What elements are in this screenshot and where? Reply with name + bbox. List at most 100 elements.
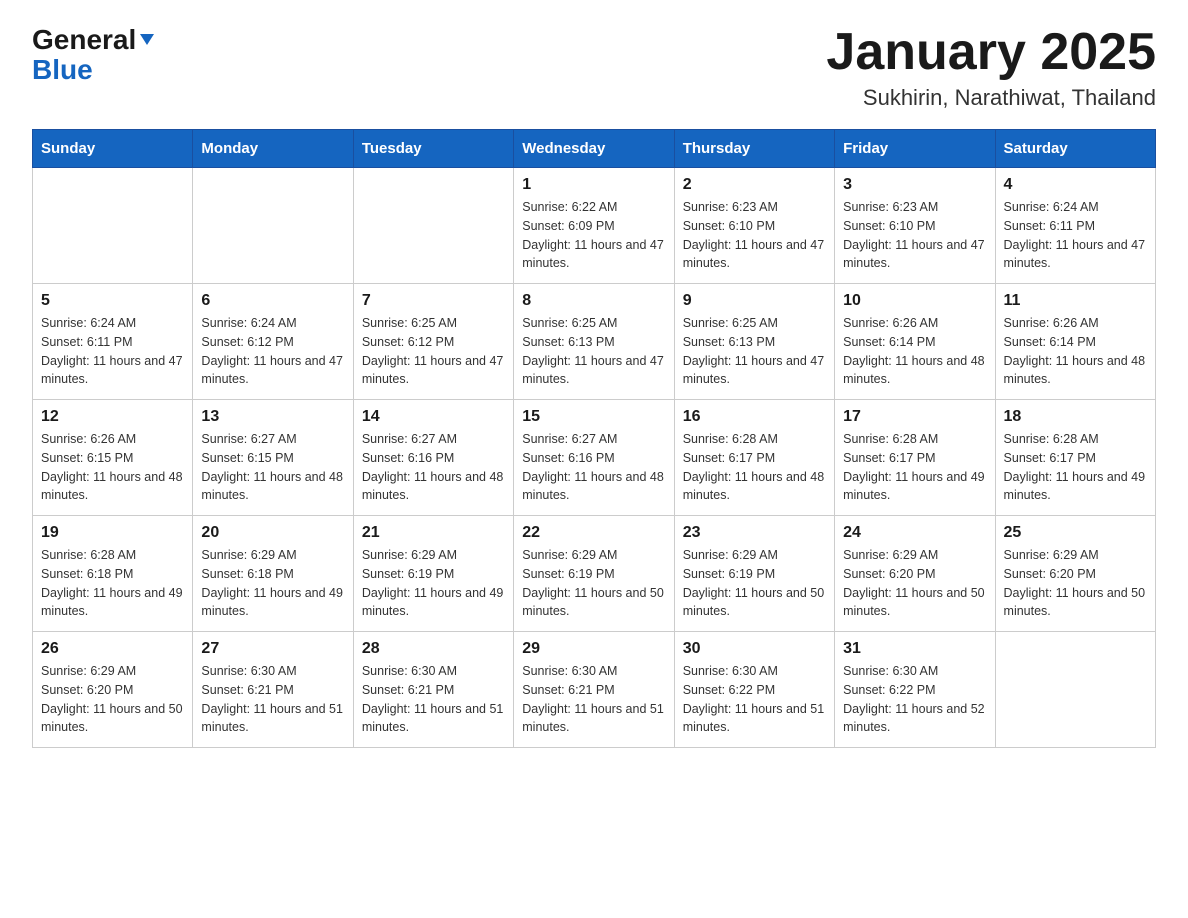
- day-info: Sunrise: 6:26 AM Sunset: 6:14 PM Dayligh…: [843, 314, 986, 389]
- page-header: General Blue January 2025 Sukhirin, Nara…: [32, 24, 1156, 111]
- calendar-day: [353, 168, 513, 284]
- calendar-day: 30 Sunrise: 6:30 AM Sunset: 6:22 PM Dayli…: [674, 632, 834, 748]
- calendar-day: 12 Sunrise: 6:26 AM Sunset: 6:15 PM Dayli…: [33, 400, 193, 516]
- weekday-header-tuesday: Tuesday: [353, 130, 513, 168]
- title-section: January 2025 Sukhirin, Narathiwat, Thail…: [826, 24, 1156, 111]
- calendar-day: 19 Sunrise: 6:28 AM Sunset: 6:18 PM Dayli…: [33, 516, 193, 632]
- calendar-week-2: 5Sunrise: 6:24 AM Sunset: 6:11 PM Daylig…: [33, 284, 1156, 400]
- calendar-table: SundayMondayTuesdayWednesdayThursdayFrid…: [32, 129, 1156, 748]
- day-number: 31: [843, 640, 986, 658]
- calendar-day: [995, 632, 1155, 748]
- weekday-header-sunday: Sunday: [33, 130, 193, 168]
- day-number: 8: [522, 292, 665, 310]
- calendar-day: 8 Sunrise: 6:25 AM Sunset: 6:13 PM Daylig…: [514, 284, 674, 400]
- day-number: 11: [1004, 292, 1147, 310]
- day-number: 27: [201, 640, 344, 658]
- day-number: 4: [1004, 176, 1147, 194]
- day-number: 10: [843, 292, 986, 310]
- calendar-body: 1 Sunrise: 6:22 AM Sunset: 6:09 PM Daylig…: [33, 168, 1156, 748]
- calendar-week-5: 26 Sunrise: 6:29 AM Sunset: 6:20 PM Dayli…: [33, 632, 1156, 748]
- day-info: Sunrise: 6:23 AM Sunset: 6:10 PM Dayligh…: [683, 198, 826, 273]
- day-number: 29: [522, 640, 665, 658]
- weekday-header-monday: Monday: [193, 130, 353, 168]
- calendar-week-1: 1 Sunrise: 6:22 AM Sunset: 6:09 PM Daylig…: [33, 168, 1156, 284]
- day-info: Sunrise: 6:30 AM Sunset: 6:21 PM Dayligh…: [201, 662, 344, 737]
- calendar-day: 27 Sunrise: 6:30 AM Sunset: 6:21 PM Dayli…: [193, 632, 353, 748]
- calendar-week-4: 19 Sunrise: 6:28 AM Sunset: 6:18 PM Dayli…: [33, 516, 1156, 632]
- day-info: Sunrise: 6:30 AM Sunset: 6:21 PM Dayligh…: [522, 662, 665, 737]
- day-info: Sunrise: 6:30 AM Sunset: 6:22 PM Dayligh…: [683, 662, 826, 737]
- location-title: Sukhirin, Narathiwat, Thailand: [826, 85, 1156, 111]
- weekday-header-wednesday: Wednesday: [514, 130, 674, 168]
- weekday-header-row: SundayMondayTuesdayWednesdayThursdayFrid…: [33, 130, 1156, 168]
- day-info: Sunrise: 6:30 AM Sunset: 6:22 PM Dayligh…: [843, 662, 986, 737]
- day-number: 14: [362, 408, 505, 426]
- day-info: Sunrise: 6:29 AM Sunset: 6:18 PM Dayligh…: [201, 546, 344, 621]
- day-info: Sunrise: 6:30 AM Sunset: 6:21 PM Dayligh…: [362, 662, 505, 737]
- calendar-day: 26 Sunrise: 6:29 AM Sunset: 6:20 PM Dayli…: [33, 632, 193, 748]
- logo: General Blue: [32, 24, 156, 86]
- day-number: 16: [683, 408, 826, 426]
- calendar-day: 6Sunrise: 6:24 AM Sunset: 6:12 PM Daylig…: [193, 284, 353, 400]
- day-info: Sunrise: 6:26 AM Sunset: 6:15 PM Dayligh…: [41, 430, 184, 505]
- day-number: 9: [683, 292, 826, 310]
- weekday-header-thursday: Thursday: [674, 130, 834, 168]
- calendar-day: 1 Sunrise: 6:22 AM Sunset: 6:09 PM Daylig…: [514, 168, 674, 284]
- day-number: 26: [41, 640, 184, 658]
- logo-general-text: General: [32, 24, 136, 56]
- day-number: 18: [1004, 408, 1147, 426]
- day-number: 5: [41, 292, 184, 310]
- calendar-header: SundayMondayTuesdayWednesdayThursdayFrid…: [33, 130, 1156, 168]
- calendar-day: 10 Sunrise: 6:26 AM Sunset: 6:14 PM Dayli…: [835, 284, 995, 400]
- day-number: 15: [522, 408, 665, 426]
- day-info: Sunrise: 6:27 AM Sunset: 6:15 PM Dayligh…: [201, 430, 344, 505]
- weekday-header-saturday: Saturday: [995, 130, 1155, 168]
- calendar-day: 20Sunrise: 6:29 AM Sunset: 6:18 PM Dayli…: [193, 516, 353, 632]
- day-info: Sunrise: 6:29 AM Sunset: 6:20 PM Dayligh…: [1004, 546, 1147, 621]
- calendar-day: 25 Sunrise: 6:29 AM Sunset: 6:20 PM Dayli…: [995, 516, 1155, 632]
- calendar-day: 5Sunrise: 6:24 AM Sunset: 6:11 PM Daylig…: [33, 284, 193, 400]
- day-number: 13: [201, 408, 344, 426]
- day-number: 21: [362, 524, 505, 542]
- weekday-header-friday: Friday: [835, 130, 995, 168]
- calendar-day: 31 Sunrise: 6:30 AM Sunset: 6:22 PM Dayli…: [835, 632, 995, 748]
- calendar-day: 3Sunrise: 6:23 AM Sunset: 6:10 PM Daylig…: [835, 168, 995, 284]
- calendar-week-3: 12 Sunrise: 6:26 AM Sunset: 6:15 PM Dayli…: [33, 400, 1156, 516]
- calendar-day: 13 Sunrise: 6:27 AM Sunset: 6:15 PM Dayli…: [193, 400, 353, 516]
- day-info: Sunrise: 6:29 AM Sunset: 6:20 PM Dayligh…: [843, 546, 986, 621]
- calendar-day: 15 Sunrise: 6:27 AM Sunset: 6:16 PM Dayli…: [514, 400, 674, 516]
- day-number: 25: [1004, 524, 1147, 542]
- calendar-day: [33, 168, 193, 284]
- calendar-day: 28Sunrise: 6:30 AM Sunset: 6:21 PM Dayli…: [353, 632, 513, 748]
- calendar-day: 14 Sunrise: 6:27 AM Sunset: 6:16 PM Dayli…: [353, 400, 513, 516]
- day-info: Sunrise: 6:27 AM Sunset: 6:16 PM Dayligh…: [522, 430, 665, 505]
- day-info: Sunrise: 6:24 AM Sunset: 6:11 PM Dayligh…: [1004, 198, 1147, 273]
- calendar-day: 21Sunrise: 6:29 AM Sunset: 6:19 PM Dayli…: [353, 516, 513, 632]
- calendar-day: 11Sunrise: 6:26 AM Sunset: 6:14 PM Dayli…: [995, 284, 1155, 400]
- calendar-day: 22 Sunrise: 6:29 AM Sunset: 6:19 PM Dayli…: [514, 516, 674, 632]
- day-number: 19: [41, 524, 184, 542]
- calendar-day: 18 Sunrise: 6:28 AM Sunset: 6:17 PM Dayli…: [995, 400, 1155, 516]
- calendar-day: 23Sunrise: 6:29 AM Sunset: 6:19 PM Dayli…: [674, 516, 834, 632]
- day-info: Sunrise: 6:25 AM Sunset: 6:13 PM Dayligh…: [522, 314, 665, 389]
- calendar-day: 9Sunrise: 6:25 AM Sunset: 6:13 PM Daylig…: [674, 284, 834, 400]
- day-info: Sunrise: 6:28 AM Sunset: 6:17 PM Dayligh…: [1004, 430, 1147, 505]
- day-number: 12: [41, 408, 184, 426]
- day-info: Sunrise: 6:28 AM Sunset: 6:18 PM Dayligh…: [41, 546, 184, 621]
- day-info: Sunrise: 6:27 AM Sunset: 6:16 PM Dayligh…: [362, 430, 505, 505]
- day-info: Sunrise: 6:25 AM Sunset: 6:12 PM Dayligh…: [362, 314, 505, 389]
- calendar-day: 17Sunrise: 6:28 AM Sunset: 6:17 PM Dayli…: [835, 400, 995, 516]
- calendar-day: 24Sunrise: 6:29 AM Sunset: 6:20 PM Dayli…: [835, 516, 995, 632]
- calendar-day: 7Sunrise: 6:25 AM Sunset: 6:12 PM Daylig…: [353, 284, 513, 400]
- calendar-day: 16Sunrise: 6:28 AM Sunset: 6:17 PM Dayli…: [674, 400, 834, 516]
- day-number: 2: [683, 176, 826, 194]
- logo-blue-text: Blue: [32, 54, 93, 86]
- day-info: Sunrise: 6:22 AM Sunset: 6:09 PM Dayligh…: [522, 198, 665, 273]
- day-info: Sunrise: 6:29 AM Sunset: 6:20 PM Dayligh…: [41, 662, 184, 737]
- day-number: 3: [843, 176, 986, 194]
- day-number: 1: [522, 176, 665, 194]
- day-number: 30: [683, 640, 826, 658]
- calendar-day: 4 Sunrise: 6:24 AM Sunset: 6:11 PM Daylig…: [995, 168, 1155, 284]
- day-info: Sunrise: 6:29 AM Sunset: 6:19 PM Dayligh…: [522, 546, 665, 621]
- day-number: 22: [522, 524, 665, 542]
